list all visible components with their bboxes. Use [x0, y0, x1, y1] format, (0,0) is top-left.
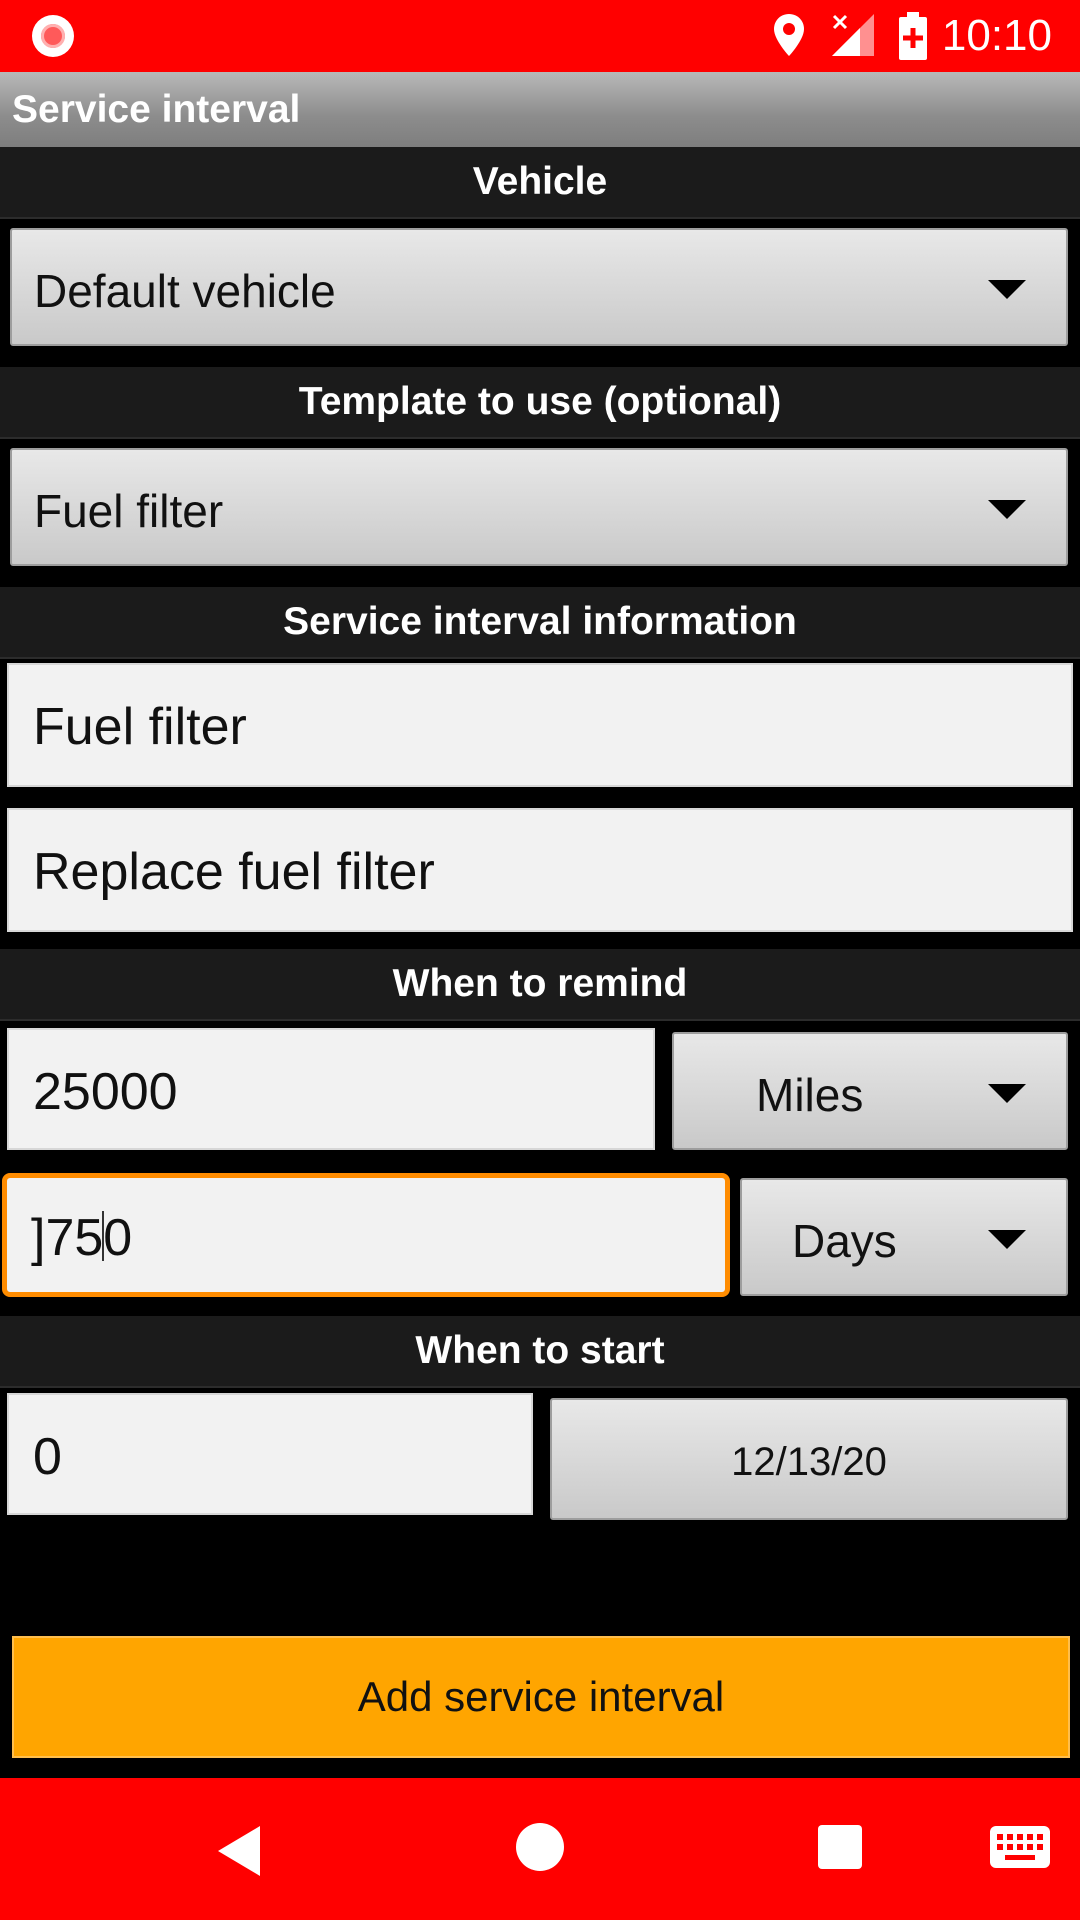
chevron-down-icon — [988, 500, 1026, 519]
interval-name-value: Fuel filter — [33, 698, 247, 756]
signal-off-icon — [832, 14, 874, 56]
start-section-header: When to start — [0, 1316, 1080, 1388]
template-section-header: Template to use (optional) — [0, 367, 1080, 439]
start-odometer-field[interactable]: 0 — [7, 1393, 533, 1515]
start-date-value: 12/13/20 — [731, 1440, 887, 1484]
remind-time-value: ]750 — [31, 1209, 133, 1267]
back-icon[interactable] — [218, 1826, 260, 1876]
start-date-button[interactable]: 12/13/20 — [550, 1398, 1068, 1520]
recents-icon[interactable] — [818, 1825, 862, 1869]
vehicle-dropdown-value: Default vehicle — [34, 265, 336, 317]
time-unit-dropdown[interactable]: Days — [740, 1178, 1068, 1296]
interval-description-value: Replace fuel filter — [33, 843, 435, 901]
add-service-interval-button[interactable]: Add service interval — [12, 1636, 1070, 1758]
distance-unit-dropdown[interactable]: Miles — [672, 1032, 1068, 1150]
remind-time-field[interactable]: ]750 — [2, 1173, 730, 1297]
distance-unit-value: Miles — [756, 1069, 864, 1121]
status-bar: 10:10 — [0, 0, 1080, 72]
remind-distance-value: 25000 — [33, 1063, 178, 1121]
remind-section-header: When to remind — [0, 949, 1080, 1021]
status-time: 10:10 — [941, 11, 1052, 60]
start-odometer-value: 0 — [33, 1428, 62, 1486]
info-section-header: Service interval information — [0, 587, 1080, 659]
chevron-down-icon — [988, 1230, 1026, 1249]
remind-distance-field[interactable]: 25000 — [7, 1028, 655, 1150]
vehicle-dropdown[interactable]: Default vehicle — [10, 228, 1068, 346]
interval-name-field[interactable]: Fuel filter — [7, 663, 1073, 787]
page-title: Service interval — [12, 88, 301, 131]
time-unit-value: Days — [792, 1215, 897, 1267]
app-bar: Service interval — [0, 72, 1080, 147]
chevron-down-icon — [988, 280, 1026, 299]
vehicle-section-header: Vehicle — [0, 147, 1080, 219]
interval-description-field[interactable]: Replace fuel filter — [7, 808, 1073, 932]
template-dropdown[interactable]: Fuel filter — [10, 448, 1068, 566]
template-dropdown-value: Fuel filter — [34, 485, 224, 537]
chevron-down-icon — [988, 1084, 1026, 1103]
keyboard-icon[interactable] — [990, 1826, 1050, 1868]
record-icon — [32, 15, 74, 57]
home-icon[interactable] — [516, 1823, 564, 1871]
battery-icon — [899, 12, 927, 60]
keyboard-keys — [997, 1834, 1043, 1860]
location-icon — [774, 14, 804, 56]
